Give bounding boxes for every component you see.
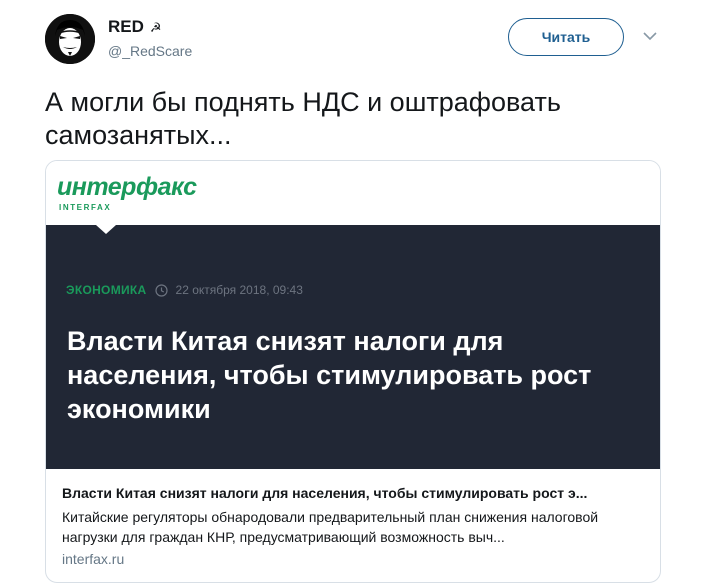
tweet-text: А могли бы поднять НДС и оштрафовать сам… — [45, 87, 561, 150]
user-handle[interactable]: @_RedScare — [108, 43, 192, 59]
card-domain: interfax.ru — [62, 551, 125, 567]
card-image: интерфакс INTERFAX ЭКОНОМИКА 22 октября … — [46, 161, 660, 469]
chevron-down-icon[interactable] — [642, 30, 658, 42]
card-body: Власти Китая снизят налоги для населения… — [46, 469, 660, 567]
display-name-row: RED ☭ — [108, 17, 192, 37]
clock-icon — [154, 283, 168, 297]
article-date: 22 октября 2018, 09:43 — [175, 283, 303, 297]
display-name[interactable]: RED — [108, 17, 144, 37]
card-description: Китайские регуляторы обнародовали предва… — [62, 509, 599, 545]
article-headline: Власти Китая снизят налоги для населения… — [67, 326, 592, 424]
avatar[interactable] — [45, 14, 95, 64]
logo-text: интерфакс — [57, 173, 197, 201]
hammer-and-sickle-icon: ☭ — [149, 19, 162, 35]
interfax-logo: интерфакс INTERFAX — [46, 161, 660, 225]
link-card[interactable]: интерфакс INTERFAX ЭКОНОМИКА 22 октября … — [45, 160, 661, 583]
article-meta: ЭКОНОМИКА 22 октября 2018, 09:43 — [66, 283, 303, 297]
logo-subtext: INTERFAX — [59, 203, 112, 212]
user-info[interactable]: RED ☭ @_RedScare — [108, 17, 192, 59]
logo-notch — [96, 225, 116, 234]
mask-avatar-icon — [45, 14, 95, 64]
category-label: ЭКОНОМИКА — [66, 283, 147, 297]
tweet: RED ☭ @_RedScare Читать А могли бы подня… — [0, 0, 703, 587]
follow-button[interactable]: Читать — [508, 18, 624, 56]
card-title[interactable]: Власти Китая снизят налоги для населения… — [62, 485, 646, 501]
